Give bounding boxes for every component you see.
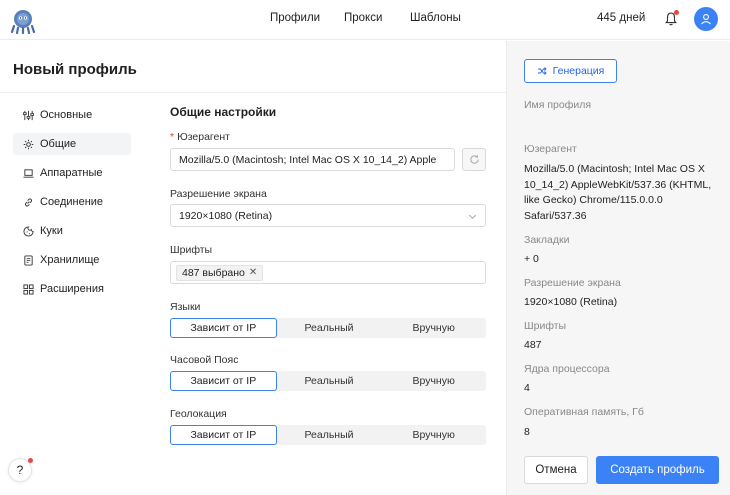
summary-fonts-label: Шрифты: [524, 320, 567, 332]
notification-dot: [28, 458, 33, 463]
sidebar-item-basic[interactable]: Основные: [13, 104, 131, 126]
sidebar-item-storage[interactable]: Хранилище: [13, 249, 131, 271]
ram-value: 8: [524, 426, 530, 438]
option-real[interactable]: Реальный: [277, 425, 382, 445]
storage-icon: [24, 254, 33, 266]
generate-button[interactable]: Генерация: [524, 59, 617, 83]
resolution-label: Разрешение экрана: [170, 188, 267, 200]
sidebar-item-extensions[interactable]: Расширения: [13, 278, 131, 300]
sidebar-item-cookies[interactable]: Куки: [13, 220, 131, 242]
option-manual[interactable]: Вручную: [381, 318, 486, 338]
refresh-useragent-button[interactable]: [462, 148, 486, 171]
generate-label: Генерация: [552, 65, 605, 77]
close-icon[interactable]: ✕: [249, 267, 257, 278]
sidebar-item-label: Соединение: [40, 196, 104, 208]
option-manual[interactable]: Вручную: [381, 371, 486, 391]
user-icon: [701, 14, 711, 25]
summary-fonts-value: 487: [524, 339, 542, 351]
timezone-segmented-control: Зависит от IP Реальный Вручную: [170, 371, 486, 391]
cancel-button[interactable]: Отмена: [524, 456, 588, 484]
page-title: Новый профиль: [13, 61, 137, 78]
fonts-select[interactable]: 487 выбрано ✕: [170, 261, 486, 284]
bookmarks-label: Закладки: [524, 234, 570, 246]
general-settings-form: Общие настройки: [170, 105, 486, 119]
required-marker: *: [170, 131, 175, 143]
laptop-icon: [23, 168, 34, 178]
sidebar: Основные Общие Аппаратные Соединение Кук…: [13, 104, 131, 307]
useragent-input[interactable]: Mozilla/5.0 (Macintosh; Intel Mac OS X 1…: [170, 148, 455, 171]
languages-segmented-control: Зависит от IP Реальный Вручную: [170, 318, 486, 338]
cpu-cores-value: 4: [524, 382, 530, 394]
fonts-tag-label: 487 выбрано: [182, 266, 245, 279]
section-title: Общие настройки: [170, 105, 277, 119]
summary-resolution-label: Разрешение экрана: [524, 277, 621, 289]
nav-profiles[interactable]: Профили: [270, 12, 320, 24]
sidebar-item-general[interactable]: Общие: [13, 133, 131, 155]
fonts-tag: 487 выбрано ✕: [176, 264, 264, 281]
resolution-value: 1920×1080 (Retina): [179, 209, 273, 222]
profile-summary-panel: Генерация Имя профиля Юзерагент Mozilla/…: [506, 41, 730, 495]
cookie-icon: [23, 225, 34, 237]
option-real[interactable]: Реальный: [277, 318, 382, 338]
timezone-label: Часовой Пояс: [170, 354, 239, 366]
option-depends-on-ip[interactable]: Зависит от IP: [170, 425, 277, 445]
useragent-label: * Юзерагент: [170, 131, 230, 143]
notification-dot: [674, 10, 679, 15]
geolocation-label: Геолокация: [170, 408, 227, 420]
useragent-label-text: Юзерагент: [177, 131, 230, 143]
subscription-days: 445 дней: [597, 12, 646, 24]
puzzle-icon: [23, 283, 34, 295]
nav-templates[interactable]: Шаблоны: [410, 12, 461, 24]
profile-name-label: Имя профиля: [524, 99, 592, 111]
option-depends-on-ip[interactable]: Зависит от IP: [170, 371, 277, 391]
sliders-icon: [23, 110, 34, 120]
cpu-cores-label: Ядра процессора: [524, 363, 610, 375]
shuffle-icon: [537, 67, 547, 75]
option-real[interactable]: Реальный: [277, 371, 382, 391]
option-depends-on-ip[interactable]: Зависит от IP: [170, 318, 277, 338]
sidebar-item-label: Основные: [40, 109, 93, 121]
link-icon: [25, 198, 32, 206]
nav-proxies[interactable]: Прокси: [344, 12, 382, 24]
sidebar-item-label: Куки: [40, 225, 63, 237]
refresh-icon: [469, 155, 479, 164]
summary-useragent-value: Mozilla/5.0 (Macintosh; Intel Mac OS X 1…: [524, 163, 712, 222]
sidebar-item-label: Общие: [40, 138, 77, 150]
avatar[interactable]: [694, 7, 718, 31]
gear-icon: [23, 139, 34, 149]
resolution-select[interactable]: 1920×1080 (Retina): [170, 204, 486, 227]
sidebar-item-label: Хранилище: [40, 254, 100, 266]
sidebar-item-hardware[interactable]: Аппаратные: [13, 162, 131, 184]
bookmarks-value: + 0: [524, 253, 539, 265]
summary-resolution-value: 1920×1080 (Retina): [524, 296, 618, 308]
sidebar-item-label: Аппаратные: [40, 167, 103, 179]
logo-icon[interactable]: [9, 6, 37, 34]
sidebar-item-connection[interactable]: Соединение: [13, 191, 131, 213]
languages-label: Языки: [170, 301, 201, 313]
chevron-down-icon: [469, 214, 476, 219]
option-manual[interactable]: Вручную: [381, 425, 486, 445]
fonts-label: Шрифты: [170, 244, 213, 256]
geolocation-segmented-control: Зависит от IP Реальный Вручную: [170, 425, 486, 445]
top-bar: Профили Прокси Шаблоны 445 дней: [0, 0, 730, 40]
summary-useragent-label: Юзерагент: [524, 143, 577, 155]
sidebar-item-label: Расширения: [40, 283, 104, 295]
divider: [0, 92, 506, 93]
create-profile-button[interactable]: Создать профиль: [596, 456, 719, 484]
ram-label: Оперативная память, Гб: [524, 406, 644, 418]
